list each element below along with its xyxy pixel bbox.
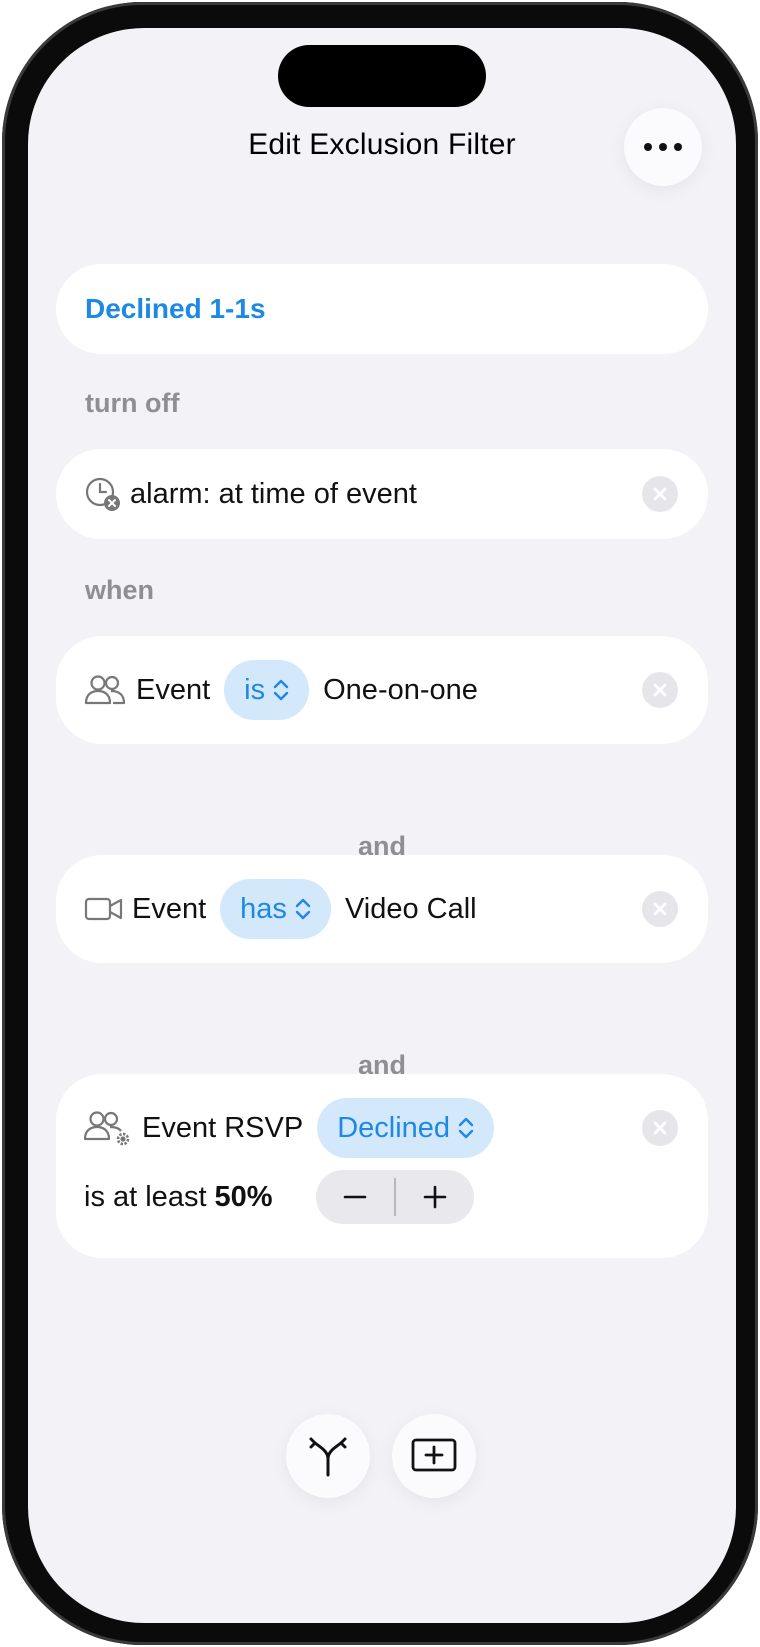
close-icon: [653, 902, 667, 916]
threshold-stepper: [316, 1170, 474, 1224]
threshold-row: is at least 50%: [84, 1170, 273, 1224]
condition-value: One-on-one: [323, 673, 478, 706]
dynamic-island: [278, 45, 486, 107]
close-icon: [653, 1121, 667, 1135]
people-gear-icon: [84, 1110, 132, 1146]
operator-label: is: [244, 673, 266, 706]
condition-subject: Event RSVP: [142, 1111, 304, 1144]
ellipsis-icon: [644, 143, 652, 151]
video-camera-icon: [84, 895, 124, 923]
device-frame: Edit Exclusion Filter Declined 1-1s turn…: [2, 2, 758, 1645]
threshold-value: 50%: [214, 1180, 273, 1213]
add-condition-button[interactable]: [392, 1414, 476, 1498]
add-square-icon: [411, 1438, 457, 1472]
condition-value: Video Call: [344, 892, 477, 925]
minus-icon: [343, 1195, 367, 1199]
chevron-up-down-icon: [273, 679, 289, 701]
close-icon: [653, 487, 667, 501]
operator-picker[interactable]: is: [224, 660, 310, 720]
condition-subject: Event: [136, 673, 211, 706]
people-icon: [84, 674, 126, 706]
operator-label: has: [240, 892, 287, 925]
increment-button[interactable]: [396, 1170, 474, 1224]
condition-subject: Event: [132, 892, 207, 925]
alarm-clock-x-icon: [84, 475, 122, 513]
branch-button[interactable]: [286, 1414, 370, 1498]
filter-name-field[interactable]: Declined 1-1s: [56, 264, 708, 354]
action-row[interactable]: alarm: at time of event: [56, 449, 708, 539]
remove-action-button[interactable]: [642, 476, 678, 512]
chevron-up-down-icon: [458, 1117, 474, 1139]
plus-icon: [423, 1185, 447, 1209]
branch-icon: [309, 1437, 347, 1477]
condition-row-3: Event RSVP Declined is at least 50%: [56, 1074, 708, 1258]
rsvp-label: Declined: [337, 1111, 451, 1144]
screen: Edit Exclusion Filter Declined 1-1s turn…: [28, 28, 736, 1623]
remove-condition-button[interactable]: [642, 672, 678, 708]
more-button[interactable]: [624, 108, 702, 186]
condition-row-2: Event has Video Call: [56, 855, 708, 963]
remove-condition-button[interactable]: [642, 1110, 678, 1146]
chevron-up-down-icon: [295, 898, 311, 920]
close-icon: [653, 683, 667, 697]
remove-condition-button[interactable]: [642, 891, 678, 927]
decrement-button[interactable]: [316, 1170, 394, 1224]
rsvp-picker[interactable]: Declined: [317, 1098, 495, 1158]
threshold-prefix: is at least: [84, 1180, 207, 1213]
section-label-when: when: [85, 575, 155, 605]
section-label-turn-off: turn off: [85, 388, 180, 418]
action-text: alarm: at time of event: [130, 477, 417, 510]
filter-name: Declined 1-1s: [85, 293, 266, 324]
operator-picker[interactable]: has: [220, 879, 331, 939]
condition-row-1: Event is One-on-one: [56, 636, 708, 744]
